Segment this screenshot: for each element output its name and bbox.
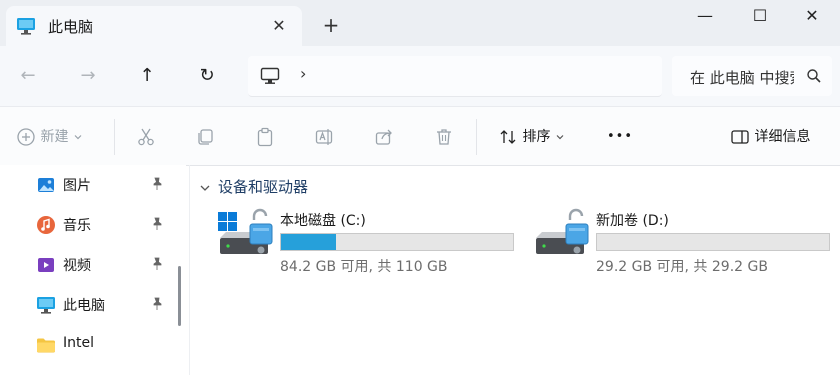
pictures-icon [38, 178, 54, 192]
sidebar-scrollbar[interactable] [178, 266, 181, 326]
drive-name: 本地磁盘 (C:) [280, 213, 366, 229]
toolbar-divider [476, 119, 477, 155]
rename-icon [315, 129, 333, 145]
rename-button[interactable] [314, 123, 334, 151]
pin-icon[interactable] [150, 297, 164, 311]
details-pane-icon [731, 130, 749, 144]
navigation-pane: 图片 音乐 视频 此电脑 Intel [0, 165, 186, 375]
search-box[interactable]: 在 此电脑 中搜索 [672, 56, 832, 96]
pin-icon[interactable] [150, 177, 164, 191]
minimize-button[interactable]: — [680, 0, 730, 32]
new-label: 新建 [40, 129, 69, 145]
sidebar-item-label: Intel [63, 335, 94, 351]
toolbar-divider [114, 119, 115, 155]
sidebar-item-label: 音乐 [63, 218, 91, 234]
address-field[interactable]: › [248, 56, 662, 97]
details-pane-button[interactable]: 详细信息 [730, 123, 810, 151]
pane-divider[interactable] [189, 165, 190, 375]
tab-title: 此电脑 [48, 18, 94, 36]
new-tab-button[interactable]: + [318, 12, 344, 38]
search-icon [807, 69, 821, 83]
drive-c[interactable]: 本地磁盘 (C:) 84.2 GB 可用, 共 110 GB [218, 206, 518, 275]
pin-icon[interactable] [150, 217, 164, 231]
sidebar-item-music[interactable]: 音乐 [36, 209, 166, 241]
chevron-down-icon [200, 185, 210, 191]
group-title: 设备和驱动器 [218, 178, 309, 196]
share-icon [375, 129, 392, 145]
drive-free-space: 29.2 GB 可用, 共 29.2 GB [596, 259, 768, 275]
monitor-icon [17, 18, 35, 35]
sidebar-item-this-pc[interactable]: 此电脑 [36, 289, 166, 321]
folder-icon [37, 338, 55, 353]
videos-icon [38, 258, 54, 272]
drive-free-space: 84.2 GB 可用, 共 110 GB [280, 259, 448, 275]
chevron-down-icon [74, 135, 82, 140]
locked-drive-icon [536, 208, 589, 254]
maximize-button[interactable]: ☐ [735, 0, 785, 32]
share-button[interactable] [374, 123, 394, 151]
sidebar-item-videos[interactable]: 视频 [36, 249, 166, 281]
sort-button[interactable]: 排序 [498, 123, 565, 151]
close-window-button[interactable]: ✕ [787, 0, 837, 32]
plus-circle-icon [17, 128, 35, 146]
music-icon [37, 216, 55, 234]
cut-button[interactable] [136, 123, 156, 151]
scissors-icon [138, 128, 154, 146]
chevron-down-icon [556, 135, 564, 140]
tab-this-pc[interactable]: 此电脑 ✕ [6, 6, 302, 46]
copy-button[interactable] [195, 123, 215, 151]
capacity-bar [596, 233, 830, 251]
paste-button[interactable] [255, 123, 275, 151]
address-bar-row: ← → ↑ ↻ › 在 此电脑 中搜索 [0, 46, 840, 106]
command-bar: 新建 排序 ••• 详细信息 [0, 106, 840, 166]
sidebar-item-pictures[interactable]: 图片 [36, 169, 166, 201]
this-pc-icon [37, 297, 55, 314]
forward-button[interactable]: → [72, 60, 104, 92]
clipboard-icon [257, 127, 273, 147]
trash-icon [437, 129, 451, 145]
tab-close-button[interactable]: ✕ [266, 13, 292, 39]
sidebar-item-intel[interactable]: Intel [36, 329, 166, 361]
sidebar-item-label: 此电脑 [63, 298, 105, 314]
breadcrumb-chevron-icon[interactable]: › [300, 64, 306, 83]
more-options-button[interactable]: ••• [607, 123, 633, 151]
up-button[interactable]: ↑ [131, 60, 163, 92]
capacity-bar-fill [281, 234, 336, 250]
search-placeholder: 在 此电脑 中搜索 [690, 69, 794, 87]
pin-icon[interactable] [150, 257, 164, 271]
new-button[interactable]: 新建 [16, 123, 83, 151]
locked-drive-icon [218, 208, 273, 254]
details-label: 详细信息 [754, 129, 811, 145]
drive-d[interactable]: 新加卷 (D:) 29.2 GB 可用, 共 29.2 GB [534, 206, 834, 275]
sort-label: 排序 [522, 129, 551, 145]
title-bar: 此电脑 ✕ + — ☐ ✕ [0, 0, 840, 46]
sidebar-item-label: 图片 [63, 178, 91, 194]
group-header-devices[interactable]: 设备和驱动器 [198, 176, 308, 197]
sidebar-item-label: 视频 [63, 258, 91, 274]
delete-button[interactable] [434, 123, 454, 151]
back-button[interactable]: ← [12, 60, 44, 92]
refresh-button[interactable]: ↻ [191, 60, 223, 92]
capacity-bar [280, 233, 514, 251]
copy-icon [198, 129, 213, 145]
drive-name: 新加卷 (D:) [596, 213, 669, 229]
monitor-icon [260, 67, 280, 84]
sort-icon [500, 130, 516, 144]
